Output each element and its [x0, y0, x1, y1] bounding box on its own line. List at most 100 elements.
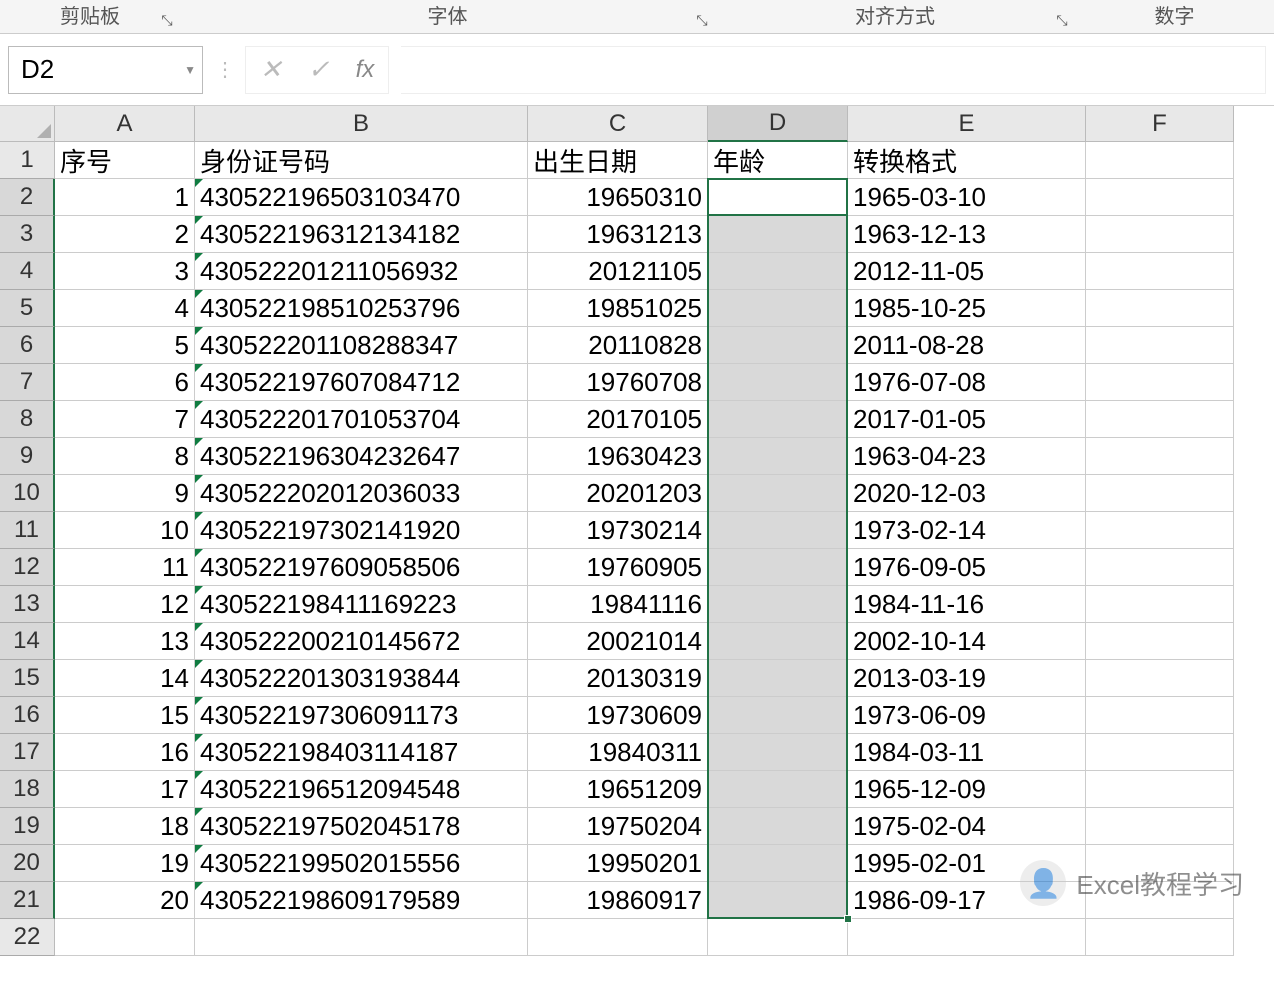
cell-C15[interactable]: 20130319: [528, 660, 708, 697]
cell-B18[interactable]: 430522196512094548: [195, 771, 528, 808]
cell-D16[interactable]: [708, 697, 848, 734]
cell-D3[interactable]: [708, 216, 848, 253]
cell-C11[interactable]: 19730214: [528, 512, 708, 549]
cell-A1[interactable]: 序号: [55, 142, 195, 179]
cell-D15[interactable]: [708, 660, 848, 697]
column-header-A[interactable]: A: [55, 106, 195, 142]
column-header-E[interactable]: E: [848, 106, 1086, 142]
cell-row22-0[interactable]: [55, 919, 195, 956]
cell-B3[interactable]: 430522196312134182: [195, 216, 528, 253]
cell-B6[interactable]: 430522201108288347: [195, 327, 528, 364]
cell-A15[interactable]: 14: [55, 660, 195, 697]
cell-F1[interactable]: [1086, 142, 1234, 179]
cell-A5[interactable]: 4: [55, 290, 195, 327]
row-header-3[interactable]: 3: [0, 216, 55, 253]
cell-F8[interactable]: [1086, 401, 1234, 438]
cell-A18[interactable]: 17: [55, 771, 195, 808]
cell-E15[interactable]: 2013-03-19: [848, 660, 1086, 697]
cell-A4[interactable]: 3: [55, 253, 195, 290]
column-header-D[interactable]: D: [708, 106, 848, 142]
cell-F17[interactable]: [1086, 734, 1234, 771]
cell-D6[interactable]: [708, 327, 848, 364]
cell-C6[interactable]: 20110828: [528, 327, 708, 364]
row-header-14[interactable]: 14: [0, 623, 55, 660]
cell-C7[interactable]: 19760708: [528, 364, 708, 401]
cell-E16[interactable]: 1973-06-09: [848, 697, 1086, 734]
row-header-20[interactable]: 20: [0, 845, 55, 882]
cell-C20[interactable]: 19950201: [528, 845, 708, 882]
cell-B20[interactable]: 430522199502015556: [195, 845, 528, 882]
cell-C19[interactable]: 19750204: [528, 808, 708, 845]
cell-D17[interactable]: [708, 734, 848, 771]
cell-F4[interactable]: [1086, 253, 1234, 290]
row-header-10[interactable]: 10: [0, 475, 55, 512]
cell-E18[interactable]: 1965-12-09: [848, 771, 1086, 808]
row-header-22[interactable]: 22: [0, 919, 55, 956]
cell-E9[interactable]: 1963-04-23: [848, 438, 1086, 475]
cell-F2[interactable]: [1086, 179, 1234, 216]
cell-C13[interactable]: 19841116: [528, 586, 708, 623]
cell-D10[interactable]: [708, 475, 848, 512]
cell-E3[interactable]: 1963-12-13: [848, 216, 1086, 253]
cell-C10[interactable]: 20201203: [528, 475, 708, 512]
cell-C12[interactable]: 19760905: [528, 549, 708, 586]
cell-C9[interactable]: 19630423: [528, 438, 708, 475]
cell-E7[interactable]: 1976-07-08: [848, 364, 1086, 401]
cell-D20[interactable]: [708, 845, 848, 882]
row-header-12[interactable]: 12: [0, 549, 55, 586]
cell-A10[interactable]: 9: [55, 475, 195, 512]
row-header-21[interactable]: 21: [0, 882, 55, 919]
cell-A6[interactable]: 5: [55, 327, 195, 364]
cell-C14[interactable]: 20021014: [528, 623, 708, 660]
cell-F21[interactable]: [1086, 882, 1234, 919]
column-header-C[interactable]: C: [528, 106, 708, 142]
cell-B19[interactable]: 430522197502045178: [195, 808, 528, 845]
cell-E8[interactable]: 2017-01-05: [848, 401, 1086, 438]
cell-E1[interactable]: 转换格式: [848, 142, 1086, 179]
cell-B7[interactable]: 430522197607084712: [195, 364, 528, 401]
cell-E20[interactable]: 1995-02-01: [848, 845, 1086, 882]
cell-A17[interactable]: 16: [55, 734, 195, 771]
cell-B21[interactable]: 430522198609179589: [195, 882, 528, 919]
cell-C21[interactable]: 19860917: [528, 882, 708, 919]
cell-B16[interactable]: 430522197306091173: [195, 697, 528, 734]
cell-F14[interactable]: [1086, 623, 1234, 660]
cell-A2[interactable]: 1: [55, 179, 195, 216]
row-header-2[interactable]: 2: [0, 179, 55, 216]
cell-F3[interactable]: [1086, 216, 1234, 253]
cell-E6[interactable]: 2011-08-28: [848, 327, 1086, 364]
cell-C4[interactable]: 20121105: [528, 253, 708, 290]
row-header-13[interactable]: 13: [0, 586, 55, 623]
cell-C5[interactable]: 19851025: [528, 290, 708, 327]
cell-B2[interactable]: 430522196503103470: [195, 179, 528, 216]
row-header-16[interactable]: 16: [0, 697, 55, 734]
cell-D13[interactable]: [708, 586, 848, 623]
cell-B14[interactable]: 430522200210145672: [195, 623, 528, 660]
name-box-dropdown-icon[interactable]: ▼: [184, 63, 196, 77]
formula-input[interactable]: [401, 46, 1266, 94]
alignment-launcher-icon[interactable]: ⤡: [1053, 11, 1071, 29]
row-header-1[interactable]: 1: [0, 142, 55, 179]
cell-B5[interactable]: 430522198510253796: [195, 290, 528, 327]
cell-F10[interactable]: [1086, 475, 1234, 512]
cell-C18[interactable]: 19651209: [528, 771, 708, 808]
cell-C16[interactable]: 19730609: [528, 697, 708, 734]
cell-F6[interactable]: [1086, 327, 1234, 364]
cell-D1[interactable]: 年龄: [708, 142, 848, 179]
row-header-17[interactable]: 17: [0, 734, 55, 771]
cell-A16[interactable]: 15: [55, 697, 195, 734]
cell-A9[interactable]: 8: [55, 438, 195, 475]
row-header-9[interactable]: 9: [0, 438, 55, 475]
cell-A14[interactable]: 13: [55, 623, 195, 660]
cell-B13[interactable]: 430522198411169223: [195, 586, 528, 623]
cell-A21[interactable]: 20: [55, 882, 195, 919]
cell-D18[interactable]: [708, 771, 848, 808]
cell-D12[interactable]: [708, 549, 848, 586]
cell-D7[interactable]: [708, 364, 848, 401]
cell-A7[interactable]: 6: [55, 364, 195, 401]
confirm-formula-icon[interactable]: ✓: [308, 54, 330, 85]
cell-row22-3[interactable]: [708, 919, 848, 956]
cell-D4[interactable]: [708, 253, 848, 290]
cell-D9[interactable]: [708, 438, 848, 475]
cell-F16[interactable]: [1086, 697, 1234, 734]
